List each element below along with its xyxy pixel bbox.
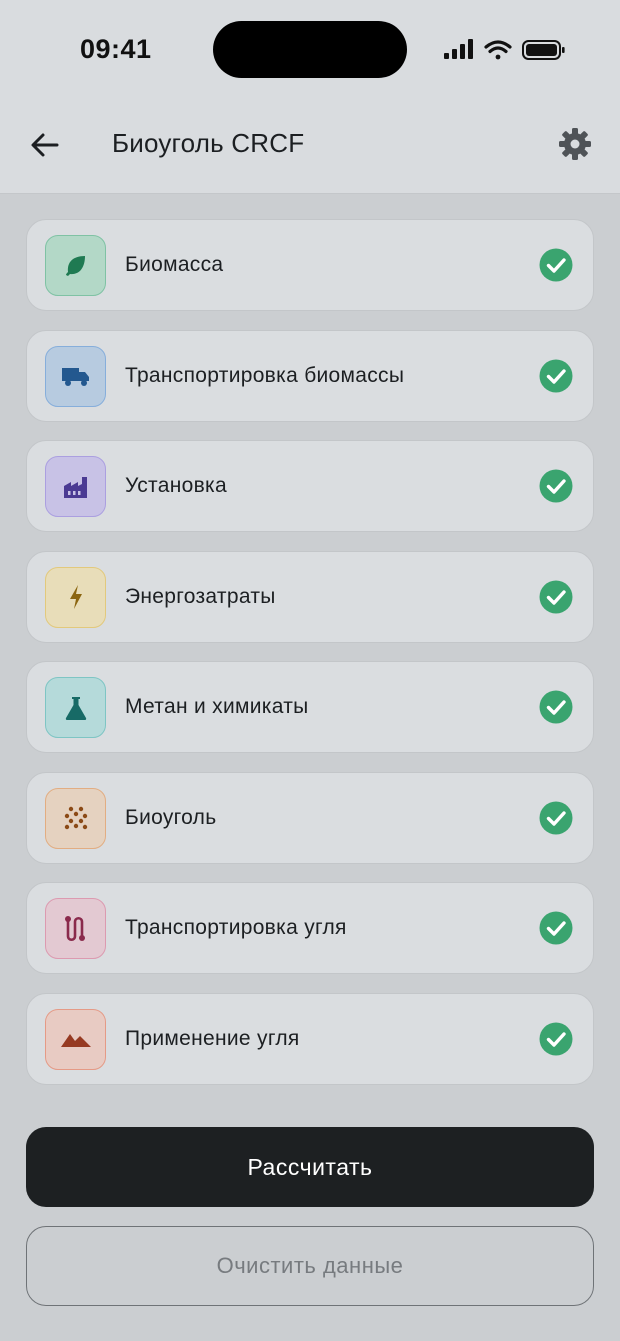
check-circle-icon: [539, 469, 573, 503]
factory-icon: [63, 476, 87, 498]
check-circle-icon: [539, 248, 573, 282]
granules-icon: [64, 806, 87, 830]
step-card-biomass-transport[interactable]: Транспортировка биомассы: [26, 329, 594, 422]
step-label: Установка: [125, 474, 227, 497]
clear-data-button[interactable]: Очистить данные: [26, 1226, 594, 1306]
mountain-icon: [60, 1034, 91, 1047]
step-icon-tile: [45, 456, 106, 517]
status-bar: 09:41: [0, 0, 620, 100]
step-icon-tile: [45, 787, 106, 849]
wifi-icon: [484, 40, 512, 60]
step-card-biochar[interactable]: Биоуголь: [26, 771, 594, 864]
step-list: Биомасса Транспортировка биомассы Устано…: [26, 219, 594, 1103]
step-label: Биомасса: [125, 253, 224, 276]
step-label: Транспортировка угля: [125, 916, 347, 939]
check-circle-icon: [539, 580, 573, 613]
step-icon-tile: [45, 345, 106, 407]
step-card-char-application[interactable]: Применение угля: [26, 992, 594, 1085]
step-card-char-transport[interactable]: Транспортировка угля: [26, 882, 594, 974]
truck-icon: [61, 368, 89, 386]
step-icon-tile: [45, 898, 106, 959]
step-label: Метан и химикаты: [125, 695, 309, 718]
back-arrow-icon[interactable]: [26, 126, 64, 164]
cellular-signal-icon: [444, 39, 473, 59]
check-circle-icon: [539, 911, 573, 945]
step-icon-tile: [45, 235, 106, 296]
calculate-button[interactable]: Рассчитать: [26, 1127, 594, 1207]
step-label: Транспортировка биомассы: [125, 363, 405, 387]
flask-icon: [65, 696, 86, 720]
step-icon-tile: [45, 677, 106, 738]
check-circle-icon: [539, 1022, 573, 1055]
step-label: Применение угля: [125, 1026, 300, 1050]
dynamic-island: [213, 21, 407, 78]
leaf-icon: [65, 255, 85, 276]
step-icon-tile: [45, 566, 106, 628]
check-circle-icon: [539, 359, 573, 392]
app-bar: Биоуголь CRCF: [0, 100, 620, 194]
check-circle-icon: [539, 690, 573, 724]
step-card-methane-chemicals[interactable]: Метан и химикаты: [26, 661, 594, 753]
status-icons: [444, 39, 565, 60]
lightning-icon: [69, 585, 82, 609]
route-icon: [64, 915, 85, 941]
page-title: Биоуголь CRCF: [112, 128, 305, 158]
battery-icon: [522, 40, 565, 60]
check-circle-icon: [539, 801, 573, 834]
step-card-energy[interactable]: Энергозатраты: [26, 550, 594, 643]
step-card-installation[interactable]: Установка: [26, 440, 594, 532]
step-card-biomass[interactable]: Биомасса: [26, 219, 594, 311]
step-icon-tile: [45, 1008, 106, 1070]
step-label: Энергозатраты: [125, 584, 276, 608]
status-time: 09:41: [80, 34, 152, 64]
gear-icon[interactable]: [556, 125, 594, 163]
step-label: Биоуголь: [125, 805, 217, 829]
